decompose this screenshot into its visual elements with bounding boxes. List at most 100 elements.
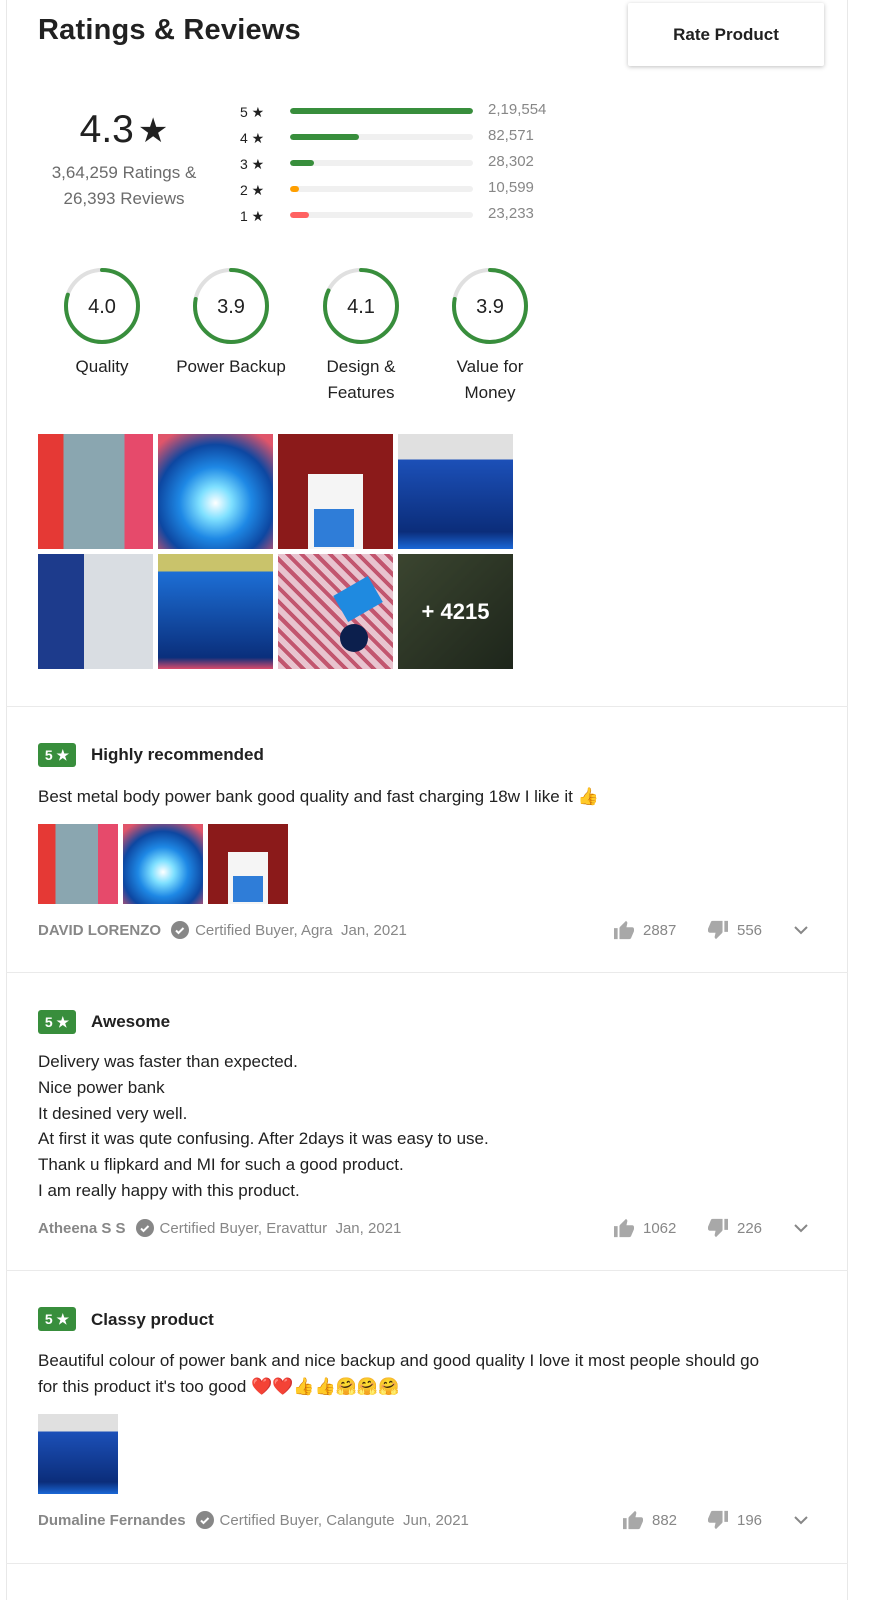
gallery-photo[interactable] bbox=[38, 434, 153, 549]
gallery-photo[interactable] bbox=[278, 434, 393, 549]
review-line: Thank u flipkard and MI for such a good … bbox=[38, 1155, 404, 1175]
bar-fill bbox=[290, 160, 314, 166]
chevron-down-icon[interactable] bbox=[793, 1514, 809, 1526]
like-button[interactable]: 2887 bbox=[613, 920, 676, 940]
divider bbox=[6, 706, 848, 707]
star-count: 2,19,554 bbox=[488, 101, 547, 118]
verified-check-icon bbox=[195, 1511, 214, 1529]
aspect-label: Value for Money bbox=[456, 357, 524, 402]
distribution-row-5: 5 ★ 2,19,554 bbox=[240, 100, 580, 126]
gallery-photo[interactable] bbox=[158, 434, 273, 549]
divider bbox=[6, 972, 848, 973]
gallery-photo[interactable] bbox=[158, 554, 273, 669]
distribution-row-1: 1 ★ 23,233 bbox=[240, 204, 580, 230]
bar-fill bbox=[290, 134, 359, 140]
score-ring: 3.9 bbox=[452, 268, 528, 344]
review-date: Jan, 2021 bbox=[340, 921, 407, 939]
distribution-row-4: 4 ★ 82,571 bbox=[240, 126, 580, 152]
review-line: I am really happy with this product. bbox=[38, 1180, 300, 1200]
like-button[interactable]: 1062 bbox=[613, 1218, 676, 1238]
review-line: Nice power bank bbox=[38, 1077, 165, 1097]
review-title: Awesome bbox=[91, 1012, 171, 1031]
dislike-count: 556 bbox=[737, 921, 763, 939]
review-photo[interactable] bbox=[38, 824, 118, 904]
buyer-info: Certified Buyer, Calangute bbox=[219, 1511, 395, 1529]
rate-product-button[interactable]: Rate Product bbox=[628, 3, 824, 66]
like-count: 882 bbox=[652, 1511, 678, 1529]
gallery-photo[interactable] bbox=[278, 554, 393, 669]
thumbs-up-icon bbox=[623, 1510, 643, 1530]
bar-track bbox=[290, 160, 473, 166]
like-count: 2887 bbox=[643, 921, 677, 939]
review-title: Classy product bbox=[91, 1310, 214, 1329]
review-photo[interactable] bbox=[38, 1414, 118, 1494]
bar-track bbox=[290, 134, 473, 140]
star-count: 10,599 bbox=[488, 179, 534, 196]
star-count: 82,571 bbox=[488, 127, 534, 144]
star-count: 23,233 bbox=[488, 205, 534, 222]
divider bbox=[6, 1563, 848, 1564]
star-icon: ★ bbox=[137, 112, 169, 150]
bar-track bbox=[290, 212, 473, 218]
aspect-power-backup: 3.9 Power Backup bbox=[166, 266, 296, 380]
aspect-value: 3.9 Value for Money bbox=[425, 266, 555, 406]
gallery-photo[interactable] bbox=[38, 554, 153, 669]
star-label: 5 ★ bbox=[240, 104, 265, 120]
bar-fill bbox=[290, 186, 299, 192]
thumbs-up-icon bbox=[614, 920, 634, 940]
review-photo[interactable] bbox=[208, 824, 288, 904]
review-line: for this product it's too good ❤️❤️👍👍🤗🤗🤗 bbox=[38, 1376, 400, 1396]
score-ring: 4.1 bbox=[323, 268, 399, 344]
star-label: 1 ★ bbox=[240, 208, 265, 224]
dislike-button[interactable]: 196 bbox=[707, 1510, 762, 1530]
review-author: DAVID LORENZO bbox=[38, 921, 162, 939]
aspect-quality: 4.0 Quality bbox=[37, 266, 167, 380]
verified-check-icon bbox=[171, 921, 190, 939]
review-meta: Atheena S S Certified Buyer, Eravattur J… bbox=[38, 1219, 401, 1237]
star-label: 4 ★ bbox=[240, 130, 265, 146]
aspect-score: 3.9 bbox=[476, 296, 504, 318]
average-value: 4.3 bbox=[79, 108, 134, 151]
distribution-row-2: 2 ★ 10,599 bbox=[240, 178, 580, 204]
section-title: Ratings & Reviews bbox=[38, 14, 301, 46]
reviews-count: 26,393 Reviews bbox=[63, 189, 185, 208]
score-ring: 3.9 bbox=[193, 268, 269, 344]
aspect-label: Design & Features bbox=[326, 357, 396, 402]
review-line: It desined very well. bbox=[38, 1103, 188, 1123]
review-photo[interactable] bbox=[123, 824, 203, 904]
thumbs-down-icon bbox=[708, 920, 728, 940]
thumbs-down-icon bbox=[708, 1218, 728, 1238]
thumbs-up-icon bbox=[614, 1218, 634, 1238]
ratings-count: 3,64,259 Ratings & bbox=[51, 163, 197, 182]
divider bbox=[6, 1270, 848, 1271]
aspect-score: 4.0 bbox=[88, 296, 116, 318]
rating-badge: 5 ★ bbox=[38, 1307, 76, 1331]
more-photos-label: + 4215 bbox=[398, 554, 513, 669]
average-rating: 4.3 ★ bbox=[38, 108, 210, 152]
bar-track bbox=[290, 108, 473, 114]
dislike-button[interactable]: 556 bbox=[707, 920, 762, 940]
rating-totals: 3,64,259 Ratings & 26,393 Reviews bbox=[38, 160, 210, 212]
review-line: Best metal body power bank good quality … bbox=[38, 787, 599, 806]
review-text: Best metal body power bank good quality … bbox=[38, 784, 818, 810]
verified-check-icon bbox=[135, 1219, 154, 1237]
review-author: Atheena S S bbox=[38, 1219, 126, 1237]
dislike-button[interactable]: 226 bbox=[707, 1218, 762, 1238]
like-button[interactable]: 882 bbox=[622, 1510, 677, 1530]
review-meta: DAVID LORENZO Certified Buyer, Agra Jan,… bbox=[38, 921, 407, 939]
review-line: Beautiful colour of power bank and nice … bbox=[38, 1351, 760, 1370]
dislike-count: 196 bbox=[737, 1511, 763, 1529]
buyer-info: Certified Buyer, Agra bbox=[195, 921, 333, 939]
gallery-photo[interactable] bbox=[398, 434, 513, 549]
star-label: 3 ★ bbox=[240, 156, 265, 172]
chevron-down-icon[interactable] bbox=[793, 924, 809, 936]
bar-track bbox=[290, 186, 473, 192]
aspect-label: Power Backup bbox=[176, 357, 286, 376]
buyer-info: Certified Buyer, Eravattur bbox=[159, 1219, 328, 1237]
gallery-more[interactable]: + 4215 bbox=[398, 554, 513, 669]
chevron-down-icon[interactable] bbox=[793, 1222, 809, 1234]
aspect-design: 4.1 Design & Features bbox=[296, 266, 426, 406]
aspect-score: 4.1 bbox=[347, 296, 375, 318]
aspect-score: 3.9 bbox=[217, 296, 245, 318]
thumbs-down-icon bbox=[708, 1510, 728, 1530]
